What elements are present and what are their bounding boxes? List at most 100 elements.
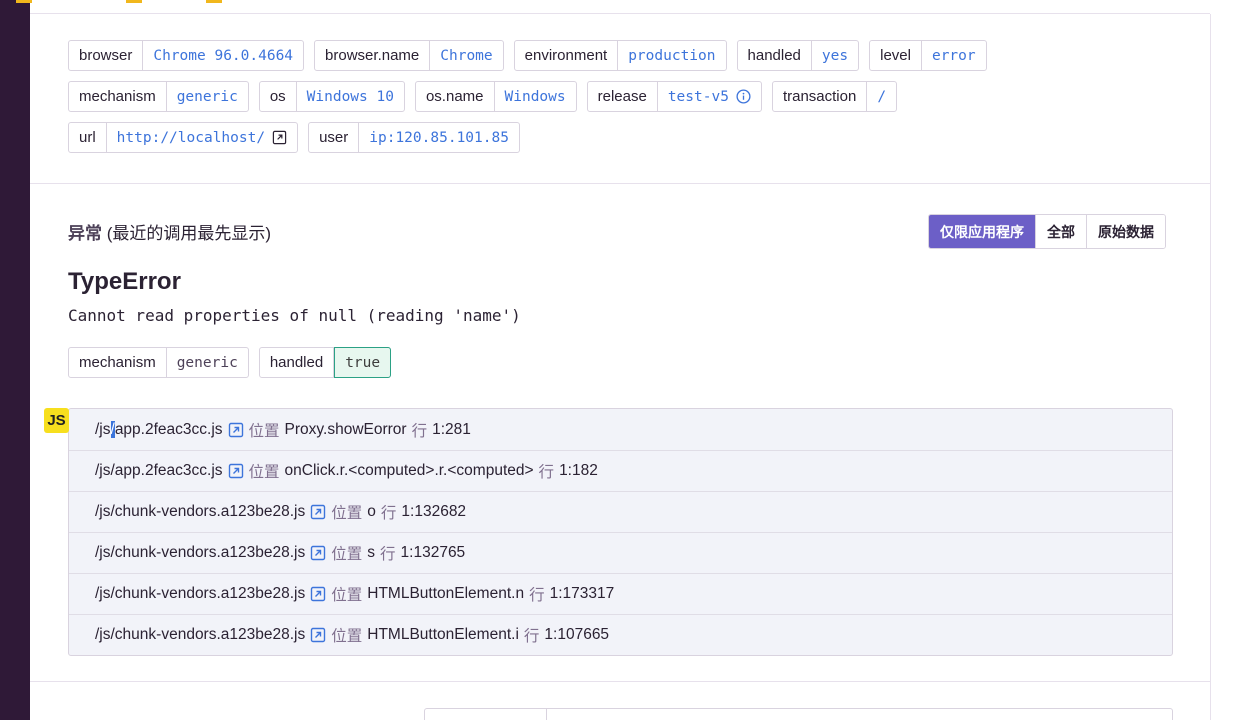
stack-frame[interactable]: /js/chunk-vendors.a123be28.js 位置 s 行 1:1… — [69, 532, 1172, 573]
tag-value[interactable]: test-v5 — [668, 89, 729, 105]
tag-value[interactable]: Windows — [495, 82, 576, 111]
exception-message: Cannot read properties of null (reading … — [68, 306, 521, 325]
tag-os-name[interactable]: os.name Windows — [414, 81, 577, 112]
tag-value[interactable]: error — [922, 41, 986, 70]
filename-part: app.2feac3cc.js — [114, 420, 223, 438]
tag-row: browser Chrome 96.0.4664 browser.name Chro… — [68, 40, 1178, 71]
tag-key: mechanism — [69, 348, 167, 377]
top-strip — [16, 0, 1210, 14]
tag-value[interactable]: Chrome — [430, 41, 502, 70]
tag-user[interactable]: user ip:120.85.101.85 — [308, 122, 520, 153]
tag-os[interactable]: os Windows 10 — [258, 81, 405, 112]
open-file-icon[interactable] — [228, 422, 244, 438]
open-file-icon[interactable] — [228, 463, 244, 479]
mechanism-tags: mechanism generic handled true — [68, 347, 392, 378]
tag-value[interactable]: production — [618, 41, 725, 70]
tag-handled[interactable]: handled yes — [736, 40, 860, 71]
stack-frame[interactable]: /js/chunk-vendors.a123be28.js 位置 HTMLBut… — [69, 614, 1172, 655]
tag-value[interactable]: Chrome 96.0.4664 — [143, 41, 303, 70]
frame-at-label: 位置 — [331, 505, 363, 522]
top-mark — [16, 0, 32, 3]
frame-function: HTMLButtonElement.n — [367, 585, 525, 602]
tag-release[interactable]: release test-v5 — [586, 81, 762, 112]
raw-data-button[interactable]: 原始数据 — [1086, 215, 1165, 248]
exception-section-title: 异常 (最近的调用最先显示) — [68, 219, 271, 244]
stack-frame[interactable]: /js/chunk-vendors.a123be28.js 位置 o 行 1:1… — [69, 491, 1172, 532]
frame-position: 1:132765 — [400, 544, 466, 561]
tag-level[interactable]: level error — [869, 40, 987, 71]
tag-value: generic — [176, 354, 238, 371]
frame-line-label: 行 — [523, 628, 540, 645]
filename-part: /js — [95, 420, 111, 438]
exception-title-bold: 异常 — [68, 224, 102, 243]
tag-browser[interactable]: browser Chrome 96.0.4664 — [68, 40, 305, 71]
tag-value[interactable]: Windows 10 — [297, 82, 404, 111]
tag-url[interactable]: url http://localhost/ — [68, 122, 299, 153]
stack-frame[interactable]: /js/chunk-vendors.a123be28.js 位置 HTMLBut… — [69, 573, 1172, 614]
tag-row: mechanism generic os Windows 10 os.name Win… — [68, 81, 1178, 112]
frame-function: Proxy.showEorror — [284, 420, 407, 438]
info-icon[interactable] — [736, 89, 751, 104]
tag-key: environment — [515, 41, 619, 70]
frame-position: 1:182 — [559, 462, 598, 479]
open-file-icon[interactable] — [310, 545, 326, 561]
frame-filename: /js/chunk-vendors.a123be28.js — [95, 544, 306, 561]
tag-key: browser — [69, 41, 144, 70]
tags-panel: browser Chrome 96.0.4664 browser.name Chro… — [68, 40, 1178, 163]
frame-at-label: 位置 — [248, 422, 280, 440]
partial-divider — [546, 709, 547, 720]
tag-value-wrap[interactable]: http://localhost/ — [107, 123, 297, 152]
frame-at-label: 位置 — [331, 546, 363, 563]
tag-browser-name[interactable]: browser.name Chrome — [314, 40, 504, 71]
tag-row: url http://localhost/ user ip:120.85.101.8… — [68, 122, 1178, 153]
tag-value[interactable]: http://localhost/ — [117, 130, 265, 146]
open-file-icon[interactable] — [310, 586, 326, 602]
exception-type: TypeError — [68, 268, 181, 295]
stack-frame[interactable]: /js/app.2feac3cc.js 位置 Proxy.showEorror … — [69, 409, 1172, 450]
section-divider — [30, 681, 1210, 682]
handled-tag[interactable]: handled true — [258, 347, 392, 378]
stack-frame[interactable]: /js/app.2feac3cc.js 位置 onClick.r.<comput… — [69, 450, 1172, 491]
tag-mechanism[interactable]: mechanism generic — [68, 81, 249, 112]
tag-key: user — [309, 123, 360, 152]
frame-filter-buttons: 仅限应用程序 全部 原始数据 — [928, 214, 1166, 249]
frame-filename: /js/app.2feac3cc.js — [95, 462, 223, 479]
frame-line-label: 行 — [380, 546, 396, 563]
sidebar — [0, 0, 30, 720]
frame-at-label: 位置 — [248, 464, 280, 481]
top-mark — [206, 0, 222, 3]
tag-value-wrap[interactable]: test-v5 — [658, 82, 761, 111]
tag-key: handled — [260, 348, 335, 377]
frame-filename: /js/app.2feac3cc.js — [95, 420, 223, 439]
tag-value[interactable]: yes — [812, 41, 858, 70]
all-frames-button[interactable]: 全部 — [1035, 215, 1086, 248]
tag-environment[interactable]: environment production — [513, 40, 727, 71]
frame-line-label: 行 — [380, 505, 397, 522]
tag-value[interactable]: / — [867, 82, 896, 111]
tag-key: mechanism — [69, 82, 167, 111]
tag-transaction[interactable]: transaction / — [771, 81, 898, 112]
tag-key: level — [870, 41, 922, 70]
platform-badge-js: JS — [44, 408, 69, 433]
content-border — [1210, 14, 1211, 720]
tag-key: handled — [738, 41, 812, 70]
frame-function: s — [367, 544, 376, 561]
external-link-icon[interactable] — [272, 130, 287, 145]
tag-key: browser.name — [315, 41, 431, 70]
section-divider — [30, 183, 1210, 184]
tag-key: os.name — [416, 82, 495, 111]
frame-line-label: 行 — [529, 587, 545, 604]
tag-value[interactable]: generic — [167, 82, 248, 111]
frame-line-label: 行 — [538, 464, 555, 481]
frame-line-label: 行 — [411, 422, 428, 440]
frame-position: 1:107665 — [544, 626, 610, 643]
open-file-icon[interactable] — [310, 504, 326, 520]
tag-value[interactable]: ip:120.85.101.85 — [359, 123, 519, 152]
top-mark — [126, 0, 142, 3]
tag-key: release — [588, 82, 658, 111]
frame-position: 1:173317 — [549, 585, 615, 602]
open-file-icon[interactable] — [310, 627, 326, 643]
mechanism-tag[interactable]: mechanism generic — [68, 347, 249, 378]
app-only-button[interactable]: 仅限应用程序 — [929, 215, 1035, 248]
frame-filename: /js/chunk-vendors.a123be28.js — [95, 585, 306, 602]
